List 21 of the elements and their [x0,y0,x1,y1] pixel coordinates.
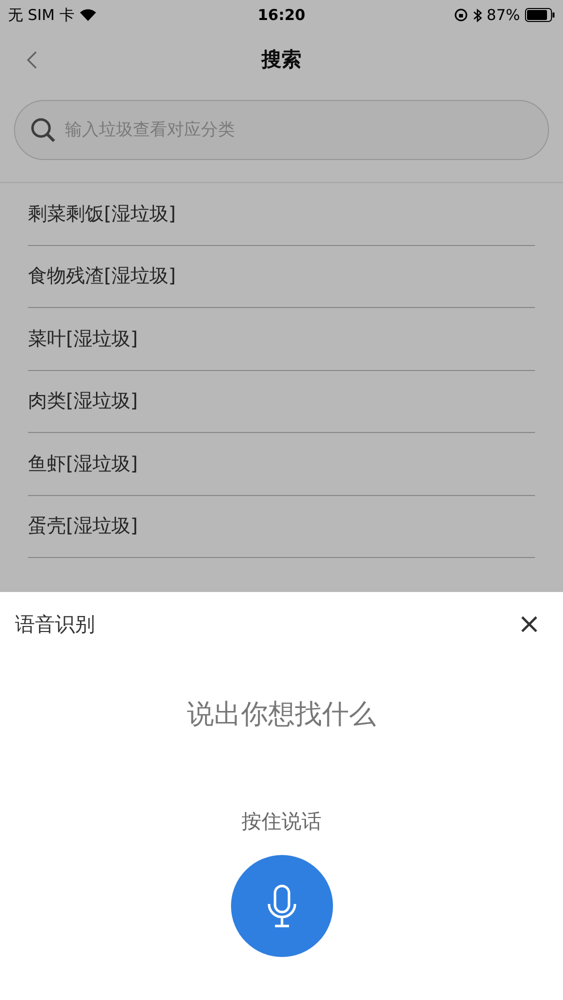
search-field[interactable]: 输入垃圾查看对应分类 [14,100,549,160]
result-item[interactable]: 食物残渣[湿垃圾] [28,263,176,290]
result-item[interactable]: 鱼虾[湿垃圾] [28,450,138,477]
wifi-icon [79,8,98,22]
back-icon[interactable] [26,50,38,70]
carrier-text: 无 SIM 卡 [8,6,74,24]
close-button[interactable]: × [518,610,541,638]
result-item[interactable]: 菜叶[湿垃圾] [28,326,138,352]
result-item[interactable]: 肉类[湿垃圾] [28,388,138,414]
page-title: 搜索 [262,46,302,72]
battery-icon [525,8,555,22]
hint-text: 按住说话 [242,808,322,835]
result-item[interactable]: 剩菜剩饭[湿垃圾] [28,200,176,227]
battery-text: 87% [486,6,520,24]
clock-text: 16:20 [258,6,306,24]
rotation-lock-icon [454,8,468,22]
result-item[interactable]: 蛋壳[湿垃圾] [28,513,138,540]
bluetooth-icon [472,8,482,22]
sheet-title: 语音识别 [15,610,95,638]
search-icon [30,117,56,143]
prompt-text: 说出你想找什么 [187,698,376,732]
